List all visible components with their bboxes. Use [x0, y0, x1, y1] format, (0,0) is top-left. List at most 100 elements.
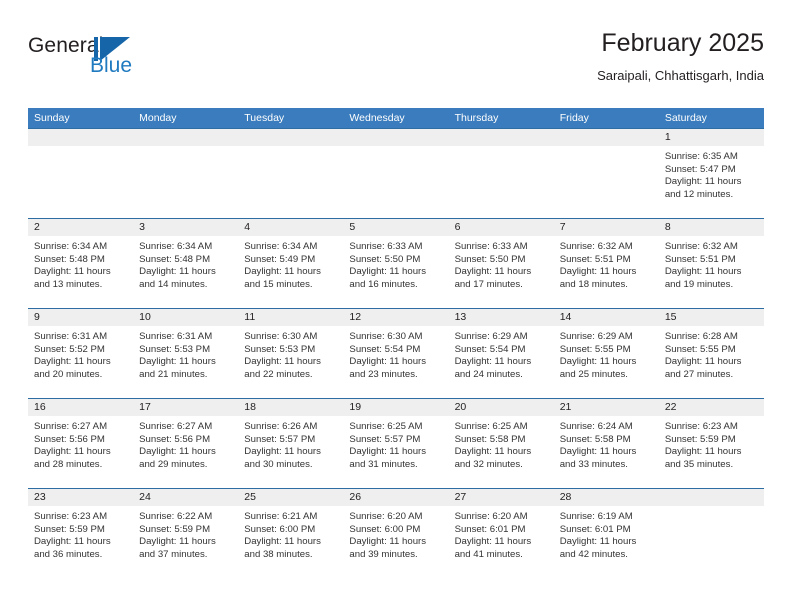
- sunrise-text: Sunrise: 6:25 AM: [454, 421, 528, 432]
- day-number: 20: [448, 399, 554, 416]
- daylight-text-line1: Daylight: 11 hours: [139, 266, 216, 278]
- daylight-text-line1: Daylight: 11 hours: [34, 356, 111, 368]
- day-number: 22: [658, 399, 764, 416]
- calendar-day-cell[interactable]: 15 Sunrise: 6:28 AM Sunset: 5:55 PM Dayligh…: [658, 308, 764, 399]
- calendar-day-cell[interactable]: 16 Sunrise: 6:27 AM Sunset: 5:56 PM Dayligh…: [28, 398, 134, 489]
- sunrise-text: Sunrise: 6:29 AM: [454, 331, 528, 342]
- daylight-text-line1: Daylight: 11 hours: [244, 536, 321, 548]
- sunset-text: Sunset: 5:49 PM: [244, 253, 316, 265]
- calendar-day-cell[interactable]: 5 Sunrise: 6:33 AM Sunset: 5:50 PM Daylight…: [343, 218, 449, 309]
- day-details: Sunrise: 6:33 AM Sunset: 5:50 PM Daylight:…: [343, 236, 448, 291]
- day-details: Sunrise: 6:32 AM Sunset: 5:51 PM Daylight:…: [659, 236, 764, 291]
- daylight-text-line1: Daylight: 11 hours: [34, 266, 111, 278]
- day-details: Sunrise: 6:25 AM Sunset: 5:58 PM Daylight:…: [449, 416, 554, 471]
- day-details: Sunrise: 6:23 AM Sunset: 5:59 PM Daylight:…: [659, 416, 764, 471]
- calendar-page: General Blue February 2025 Saraipali, Ch…: [0, 0, 792, 612]
- sunset-text: Sunset: 6:00 PM: [244, 523, 316, 535]
- sunrise-text: Sunrise: 6:23 AM: [34, 511, 108, 522]
- daylight-text-line2: and 24 minutes.: [454, 368, 523, 380]
- calendar-week-row: 16 Sunrise: 6:27 AM Sunset: 5:56 PM Dayligh…: [28, 398, 764, 489]
- daylight-text-line2: and 19 minutes.: [664, 278, 734, 290]
- daylight-text-line2: and 38 minutes.: [244, 548, 313, 560]
- calendar-week-row: 9 Sunrise: 6:31 AM Sunset: 5:52 PM Daylight…: [28, 308, 764, 399]
- daylight-text-line2: and 20 minutes.: [34, 368, 103, 380]
- calendar-day-cell[interactable]: 10 Sunrise: 6:31 AM Sunset: 5:53 PM Dayligh…: [133, 308, 239, 399]
- calendar-day-cell[interactable]: 19 Sunrise: 6:25 AM Sunset: 5:57 PM Dayligh…: [343, 398, 449, 489]
- daylight-text-line1: Daylight: 11 hours: [244, 446, 321, 458]
- calendar-week-row: 23 Sunrise: 6:23 AM Sunset: 5:59 PM Dayligh…: [28, 488, 764, 579]
- calendar-day-cell[interactable]: 13 Sunrise: 6:29 AM Sunset: 5:54 PM Dayligh…: [448, 308, 554, 399]
- sunset-text: Sunset: 5:50 PM: [349, 253, 421, 265]
- sunset-text: Sunset: 6:00 PM: [349, 523, 421, 535]
- day-details: Sunrise: 6:22 AM Sunset: 5:59 PM Daylight:…: [133, 506, 238, 561]
- day-details: Sunrise: 6:35 AM Sunset: 5:47 PM Daylight:…: [659, 146, 764, 201]
- day-number: [238, 129, 344, 146]
- calendar-day-cell[interactable]: 17 Sunrise: 6:27 AM Sunset: 5:56 PM Dayligh…: [133, 398, 239, 489]
- calendar-day-cell[interactable]: 11 Sunrise: 6:30 AM Sunset: 5:53 PM Dayligh…: [238, 308, 344, 399]
- calendar-day-cell[interactable]: 3 Sunrise: 6:34 AM Sunset: 5:48 PM Daylight…: [133, 218, 239, 309]
- daylight-text-line1: Daylight: 11 hours: [559, 266, 637, 278]
- calendar-day-cell[interactable]: 4 Sunrise: 6:34 AM Sunset: 5:49 PM Daylight…: [238, 218, 344, 309]
- daylight-text-line2: and 17 minutes.: [454, 278, 523, 290]
- daylight-text-line1: Daylight: 11 hours: [664, 446, 742, 458]
- calendar-day-cell[interactable]: 20 Sunrise: 6:25 AM Sunset: 5:58 PM Dayligh…: [448, 398, 554, 489]
- calendar-day-cell[interactable]: 23 Sunrise: 6:23 AM Sunset: 5:59 PM Dayligh…: [28, 488, 134, 579]
- calendar-day-cell[interactable]: 2 Sunrise: 6:34 AM Sunset: 5:48 PM Daylight…: [28, 218, 134, 309]
- daylight-text-line2: and 41 minutes.: [454, 548, 523, 560]
- calendar-day-cell-empty: [553, 128, 659, 219]
- daylight-text-line2: and 29 minutes.: [139, 458, 208, 470]
- calendar-day-cell[interactable]: 22 Sunrise: 6:23 AM Sunset: 5:59 PM Dayligh…: [658, 398, 764, 489]
- page-subtitle: Saraipali, Chhattisgarh, India: [597, 68, 764, 83]
- calendar-day-cell-empty: [343, 128, 449, 219]
- day-details: Sunrise: 6:20 AM Sunset: 6:00 PM Daylight:…: [343, 506, 448, 561]
- calendar-day-cell[interactable]: 27 Sunrise: 6:20 AM Sunset: 6:01 PM Dayligh…: [448, 488, 554, 579]
- calendar-day-cell[interactable]: 28 Sunrise: 6:19 AM Sunset: 6:01 PM Dayligh…: [553, 488, 659, 579]
- sunset-text: Sunset: 5:59 PM: [664, 433, 736, 445]
- day-details: Sunrise: 6:30 AM Sunset: 5:53 PM Daylight:…: [238, 326, 343, 381]
- daylight-text-line2: and 15 minutes.: [244, 278, 313, 290]
- day-number: 8: [658, 219, 764, 236]
- brand-logo[interactable]: General Blue: [28, 34, 258, 90]
- sunset-text: Sunset: 5:47 PM: [664, 163, 736, 175]
- calendar-day-cell[interactable]: 26 Sunrise: 6:20 AM Sunset: 6:00 PM Dayligh…: [343, 488, 449, 579]
- calendar-day-cell[interactable]: 14 Sunrise: 6:29 AM Sunset: 5:55 PM Dayligh…: [553, 308, 659, 399]
- sunrise-text: Sunrise: 6:27 AM: [139, 421, 213, 432]
- daylight-text-line2: and 23 minutes.: [349, 368, 418, 380]
- sunrise-text: Sunrise: 6:34 AM: [139, 241, 213, 252]
- calendar-day-cell[interactable]: 25 Sunrise: 6:21 AM Sunset: 6:00 PM Dayligh…: [238, 488, 344, 579]
- day-number: 5: [343, 219, 449, 236]
- day-details: Sunrise: 6:34 AM Sunset: 5:48 PM Daylight:…: [133, 236, 238, 291]
- weekday-header-tuesday: Tuesday: [238, 108, 344, 129]
- day-details: Sunrise: 6:30 AM Sunset: 5:54 PM Daylight:…: [343, 326, 448, 381]
- day-details: Sunrise: 6:21 AM Sunset: 6:00 PM Daylight:…: [238, 506, 343, 561]
- daylight-text-line1: Daylight: 11 hours: [454, 356, 532, 368]
- sunrise-text: Sunrise: 6:27 AM: [34, 421, 108, 432]
- day-number: 21: [553, 399, 659, 416]
- calendar-day-cell[interactable]: 18 Sunrise: 6:26 AM Sunset: 5:57 PM Dayligh…: [238, 398, 344, 489]
- day-number: [133, 129, 239, 146]
- day-number: 2: [28, 219, 134, 236]
- day-number: 10: [133, 309, 239, 326]
- sunrise-text: Sunrise: 6:31 AM: [139, 331, 213, 342]
- weekday-header-friday: Friday: [553, 108, 659, 129]
- sunrise-text: Sunrise: 6:25 AM: [349, 421, 423, 432]
- calendar-day-cell[interactable]: 8 Sunrise: 6:32 AM Sunset: 5:51 PM Daylight…: [658, 218, 764, 309]
- calendar-day-cell[interactable]: 12 Sunrise: 6:30 AM Sunset: 5:54 PM Dayligh…: [343, 308, 449, 399]
- day-details: Sunrise: 6:23 AM Sunset: 5:59 PM Daylight:…: [28, 506, 133, 561]
- sunset-text: Sunset: 5:51 PM: [664, 253, 736, 265]
- day-details: Sunrise: 6:25 AM Sunset: 5:57 PM Daylight:…: [343, 416, 448, 471]
- day-details: Sunrise: 6:24 AM Sunset: 5:58 PM Daylight:…: [554, 416, 659, 471]
- sunrise-text: Sunrise: 6:34 AM: [34, 241, 108, 252]
- day-details: Sunrise: 6:19 AM Sunset: 6:01 PM Daylight:…: [554, 506, 659, 561]
- calendar-day-cell[interactable]: 1 Sunrise: 6:35 AM Sunset: 5:47 PM Daylight…: [658, 128, 764, 219]
- day-number: 11: [238, 309, 344, 326]
- daylight-text-line1: Daylight: 11 hours: [349, 356, 427, 368]
- calendar-day-cell[interactable]: 21 Sunrise: 6:24 AM Sunset: 5:58 PM Dayligh…: [553, 398, 659, 489]
- calendar-day-cell[interactable]: 6 Sunrise: 6:33 AM Sunset: 5:50 PM Daylight…: [448, 218, 554, 309]
- calendar-day-cell[interactable]: 24 Sunrise: 6:22 AM Sunset: 5:59 PM Dayligh…: [133, 488, 239, 579]
- day-details: Sunrise: 6:34 AM Sunset: 5:48 PM Daylight:…: [28, 236, 133, 291]
- calendar-day-cell[interactable]: 7 Sunrise: 6:32 AM Sunset: 5:51 PM Daylight…: [553, 218, 659, 309]
- daylight-text-line2: and 35 minutes.: [664, 458, 734, 470]
- daylight-text-line1: Daylight: 11 hours: [454, 536, 532, 548]
- calendar-day-cell[interactable]: 9 Sunrise: 6:31 AM Sunset: 5:52 PM Daylight…: [28, 308, 134, 399]
